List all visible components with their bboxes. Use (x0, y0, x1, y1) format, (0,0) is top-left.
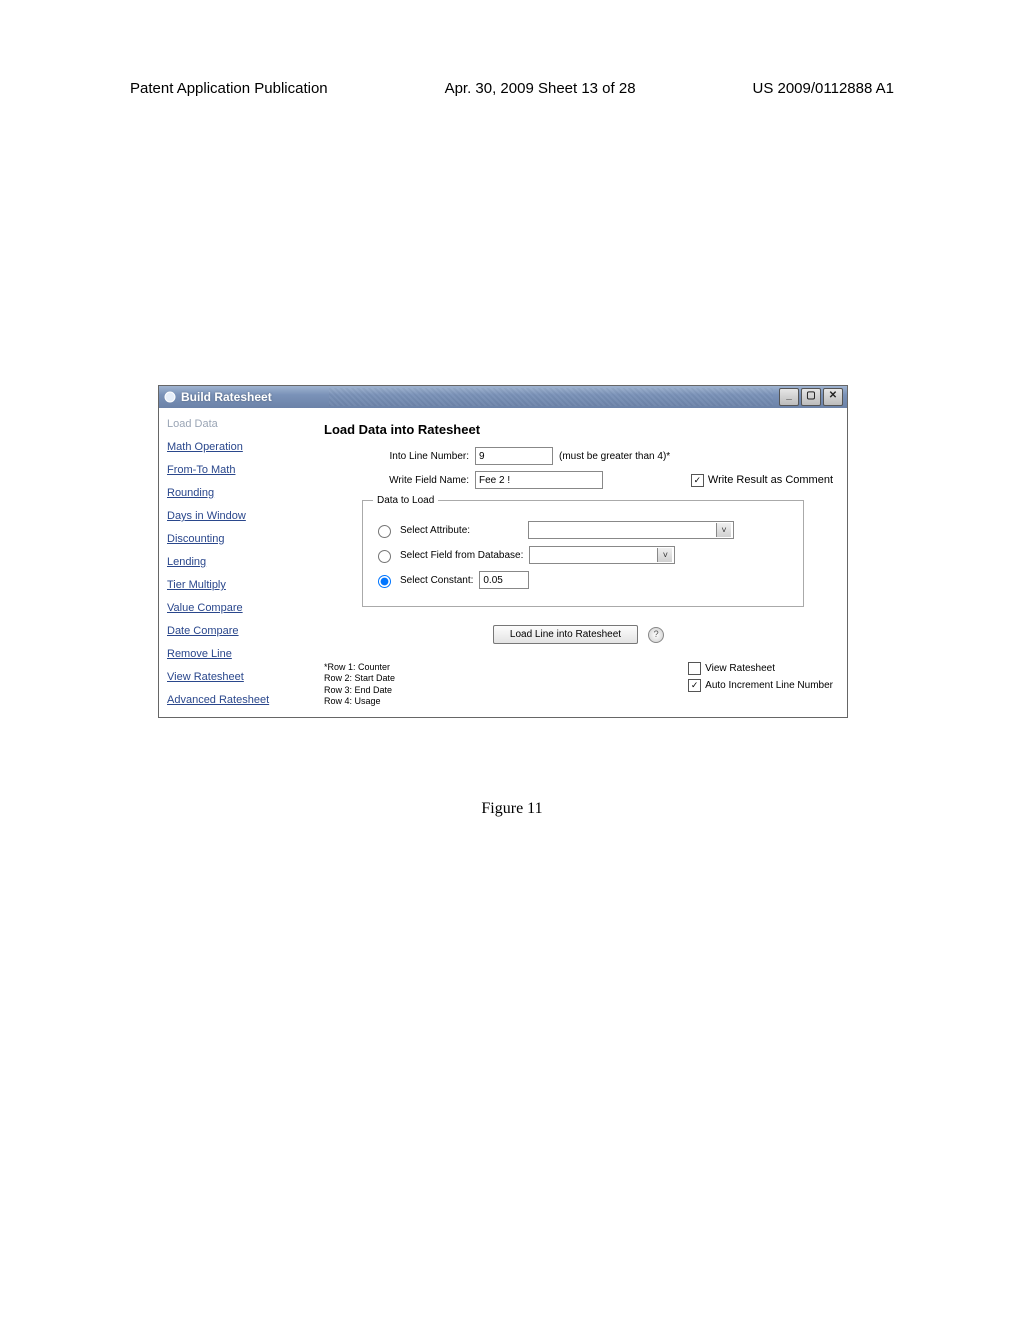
line-number-input[interactable] (475, 447, 553, 465)
figure-caption: Figure 11 (0, 800, 1024, 818)
chevron-down-icon: ˅ (657, 548, 672, 562)
checkbox-icon: ✓ (688, 679, 701, 692)
sidebar-item-advanced-ratesheet[interactable]: Advanced Ratesheet (167, 694, 312, 706)
database-field-dropdown[interactable]: ˅ (529, 546, 675, 564)
header-left: Patent Application Publication (130, 80, 328, 97)
field-name-label: Write Field Name: (324, 475, 469, 486)
window-title: Build Ratesheet (181, 390, 329, 404)
fieldset-legend: Data to Load (373, 495, 438, 506)
view-ratesheet-label: View Ratesheet (705, 663, 775, 674)
radio-select-attribute[interactable] (378, 525, 391, 538)
radio-attribute-label: Select Attribute: (400, 525, 522, 536)
sidebar-item-value-compare[interactable]: Value Compare (167, 602, 312, 614)
minimize-button[interactable]: _ (779, 388, 799, 406)
load-line-button[interactable]: Load Line into Ratesheet (493, 625, 638, 644)
radio-database-label: Select Field from Database: (400, 550, 523, 561)
maximize-button[interactable]: ▢ (801, 388, 821, 406)
sidebar-item-from-to-math[interactable]: From-To Math (167, 464, 312, 476)
titlebar-texture (329, 388, 773, 406)
row-hints: *Row 1: Counter Row 2: Start Date Row 3:… (324, 662, 395, 707)
sidebar-item-days-in-window[interactable]: Days in Window (167, 510, 312, 522)
view-ratesheet-checkbox[interactable]: View Ratesheet (688, 662, 833, 675)
sidebar-item-rounding[interactable]: Rounding (167, 487, 312, 499)
app-icon (163, 390, 177, 404)
sidebar-item-view-ratesheet[interactable]: View Ratesheet (167, 671, 312, 683)
write-comment-label: Write Result as Comment (708, 474, 833, 486)
titlebar: Build Ratesheet _ ▢ ✕ (159, 386, 847, 408)
sidebar-item-discounting[interactable]: Discounting (167, 533, 312, 545)
panel-title: Load Data into Ratesheet (324, 422, 833, 437)
build-ratesheet-window: Build Ratesheet _ ▢ ✕ Load Data Math Ope… (158, 385, 848, 718)
main-panel: Load Data into Ratesheet Into Line Numbe… (320, 408, 847, 717)
radio-select-field-db[interactable] (378, 550, 391, 563)
radio-constant-label: Select Constant: (400, 575, 473, 586)
sidebar-item-date-compare[interactable]: Date Compare (167, 625, 312, 637)
chevron-down-icon: ˅ (716, 523, 731, 537)
sidebar-item-remove-line[interactable]: Remove Line (167, 648, 312, 660)
line-number-label: Into Line Number: (324, 451, 469, 462)
auto-increment-checkbox[interactable]: ✓ Auto Increment Line Number (688, 679, 833, 692)
header-right: US 2009/0112888 A1 (752, 80, 894, 97)
sidebar-item-tier-multiply[interactable]: Tier Multiply (167, 579, 312, 591)
sidebar-item-load-data[interactable]: Load Data (167, 418, 312, 430)
checkbox-icon (688, 662, 701, 675)
auto-increment-label: Auto Increment Line Number (705, 680, 833, 691)
radio-select-constant[interactable] (378, 575, 391, 588)
sidebar: Load Data Math Operation From-To Math Ro… (159, 408, 320, 717)
sidebar-item-math-operation[interactable]: Math Operation (167, 441, 312, 453)
header-center: Apr. 30, 2009 Sheet 13 of 28 (445, 80, 636, 97)
checkbox-icon: ✓ (691, 474, 704, 487)
field-name-input[interactable] (475, 471, 603, 489)
write-comment-checkbox[interactable]: ✓ Write Result as Comment (691, 474, 833, 487)
line-number-hint: (must be greater than 4)* (559, 451, 670, 462)
help-icon[interactable]: ? (648, 627, 664, 643)
sidebar-item-lending[interactable]: Lending (167, 556, 312, 568)
close-button[interactable]: ✕ (823, 388, 843, 406)
constant-input[interactable] (479, 571, 529, 589)
data-to-load-fieldset: Data to Load Select Attribute: ˅ Select … (362, 495, 804, 607)
attribute-dropdown[interactable]: ˅ (528, 521, 734, 539)
